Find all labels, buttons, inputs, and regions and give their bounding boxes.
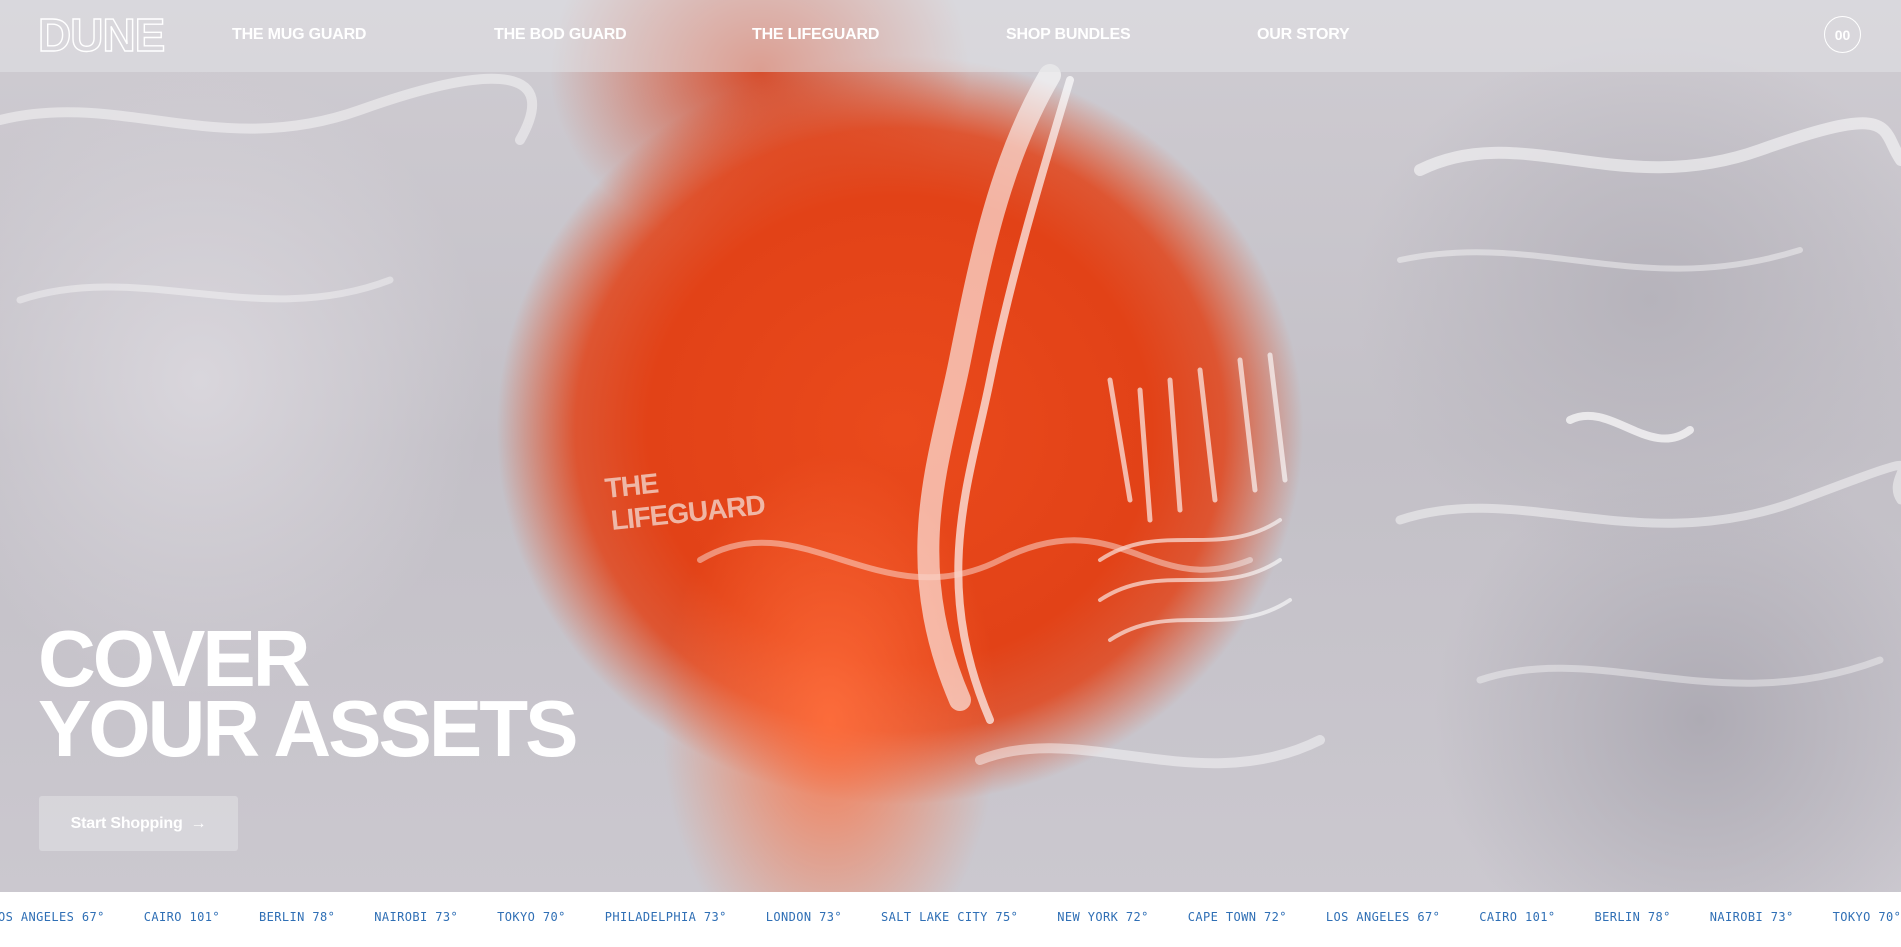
nav-the-mug-guard[interactable]: THE MUG GUARD <box>232 26 366 44</box>
start-shopping-label: Start Shopping <box>70 814 183 832</box>
city-temperature-ticker: OS ANGELES 67° CAIRO 101° BERLIN 78° NAIROB… <box>0 892 1901 947</box>
top-navigation-bar: DUNE THE MUG GUARD THE BOD GUARD THE LIF… <box>0 0 1901 72</box>
lifeguard-print: THE LIFEGUARD <box>603 468 766 536</box>
ticker-item: NAIROBI 73° <box>1709 910 1794 924</box>
svg-text:DUNE: DUNE <box>38 13 164 55</box>
ticker-item: CAIRO 101° <box>143 910 220 924</box>
nav-shop-bundles[interactable]: SHOP BUNDLES <box>1006 26 1131 44</box>
nav-our-story[interactable]: OUR STORY <box>1257 26 1350 44</box>
ticker-item: LONDON 73° <box>765 910 842 924</box>
ticker-item: NEW YORK 72° <box>1057 910 1149 924</box>
arrow-right-icon: → <box>190 814 207 832</box>
ticker-item: NAIROBI 73° <box>374 910 459 924</box>
cart-count: 00 <box>1834 26 1851 43</box>
nav-the-bod-guard[interactable]: THE BOD GUARD <box>494 26 627 44</box>
ticker-track: OS ANGELES 67° CAIRO 101° BERLIN 78° NAIROB… <box>0 910 1901 924</box>
ticker-item: LOS ANGELES 67° <box>1325 910 1441 924</box>
ticker-item: BERLIN 78° <box>1594 910 1671 924</box>
ticker-item: TOKYO 70° <box>1832 910 1901 924</box>
cart-button[interactable]: 00 <box>1824 16 1861 53</box>
ticker-item: BERLIN 78° <box>259 910 336 924</box>
ticker-item: OS ANGELES 67° <box>0 910 105 924</box>
ticker-item: CAIRO 101° <box>1479 910 1556 924</box>
dune-logo[interactable]: DUNE <box>38 13 184 55</box>
hero-headline: COVER YOUR ASSETS <box>38 619 578 773</box>
ticker-item: SALT LAKE CITY 75° <box>881 910 1019 924</box>
ticker-item: PHILADELPHIA 73° <box>604 910 727 924</box>
ticker-item: TOKYO 70° <box>497 910 566 924</box>
svg-text:THE: THE <box>603 468 659 504</box>
nav-the-lifeguard[interactable]: THE LIFEGUARD <box>752 26 879 44</box>
hero-headline-line-2: YOUR ASSETS <box>38 684 578 773</box>
ticker-item: CAPE TOWN 72° <box>1187 910 1287 924</box>
start-shopping-button[interactable]: Start Shopping → <box>39 796 238 851</box>
